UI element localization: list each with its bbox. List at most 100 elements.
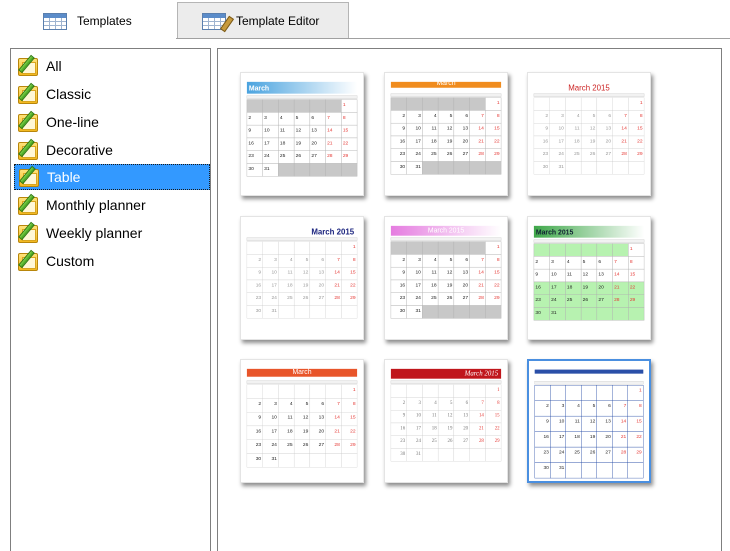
day-number: 25 [432,439,437,444]
category-item-one-line[interactable]: One-line [14,109,210,135]
day-number: 8 [639,403,642,409]
day-number: 27 [606,151,612,157]
day-number: 16 [535,284,541,290]
template-title: March 2015 [464,371,499,378]
day-number: 23 [400,151,406,157]
day-number: 5 [306,257,309,263]
template-thumbnail[interactable]: March 2015 1 2 3 4 5 6 7 8 9 10 11 12 13 14 15 16 17 18 19 2… [527,72,651,196]
day-number: 13 [319,270,325,276]
day-number: 5 [296,115,299,121]
category-label: One-line [46,114,99,130]
day-number: 5 [306,401,309,407]
day-number: 14 [334,270,340,276]
day-number: 16 [400,282,406,288]
day-number: 21 [621,138,627,144]
template-preview: March12 3 4 5 6 7 89 10 11 12 13 14 1516 17 18 19 20 21 22… [246,369,358,468]
day-number: 14 [478,126,484,132]
tab-templates-label: Templates [77,13,132,28]
day-number: 6 [465,113,468,119]
day-number: 2 [258,401,261,407]
template-thumbnail[interactable]: March 2015 1 2 3 4 5 6 7 8 9 10 11 12 13 14 15 16 17 18 19 2… [384,216,508,340]
day-number: 8 [497,257,500,263]
template-thumbnail-selected[interactable]: 1 2 3 4 5 6 7 8 9 10 11 12 13 14 15 16 17 18 19 20 21 22 23 24 2… [527,359,651,483]
day-number: 27 [598,297,604,303]
day-number: 28 [478,151,484,157]
day-number: 29 [495,439,500,444]
day-number: 15 [343,128,349,134]
day-number: 15 [495,414,500,419]
day-number: 27 [463,151,469,157]
day-number: 30 [248,166,254,172]
day-number: 11 [288,415,293,421]
notepad-pencil-icon [16,221,42,245]
day-number: 8 [353,257,356,263]
day-number: 9 [258,270,261,276]
category-item-classic[interactable]: Classic [14,81,210,107]
category-item-weekly-planner[interactable]: Weekly planner [14,220,210,246]
day-number: 14 [614,272,620,278]
day-number: 17 [271,428,277,434]
day-number: 27 [605,449,611,455]
day-number: 3 [561,113,564,119]
calendar-edit-icon [200,10,235,32]
day-number: 2 [545,113,548,119]
template-thumbnail[interactable]: March 1 2 3 4 5 6 7 8 9 10 11 12 13 14 15 16 17 18 19 20 21 22… [240,359,364,483]
tab-templates[interactable]: Templates [8,2,176,39]
day-number: 27 [319,295,325,301]
day-number: 12 [447,414,452,419]
day-number: 23 [256,442,262,448]
day-number: 24 [271,295,277,301]
day-number: 5 [450,113,453,119]
day-number: 19 [447,282,453,288]
tab-template-editor[interactable]: Template Editor [177,2,349,38]
day-number: 27 [319,442,325,448]
day-number: 4 [434,113,437,119]
day-number: 22 [495,426,500,431]
category-item-all[interactable]: All [14,53,210,79]
day-number: 11 [575,126,580,132]
day-number: 30 [535,310,541,316]
category-item-decorative[interactable]: Decorative [14,137,210,163]
day-number: 7 [337,401,340,407]
day-number: 14 [334,415,340,421]
day-number: 30 [543,164,549,170]
template-thumbnail[interactable]: March 2015 1 2 3 4 5 6 7 8 9 10 11 12 13 14 15 16 17 18 19 2… [384,359,508,483]
day-number: 9 [258,415,261,421]
category-list[interactable]: All Classic One-line Decorative Table Mo… [10,48,211,551]
day-number: 11 [575,418,580,424]
day-number: 6 [321,257,324,263]
day-number: 24 [264,153,270,159]
template-preview: March 201512 3 4 5 6 7 89 10 11 12 13 14 1516 17 18 19 2… [533,84,645,175]
category-item-monthly-planner[interactable]: Monthly planner [14,192,210,218]
category-item-table[interactable]: Table [14,164,210,190]
template-thumbnail[interactable]: March 1 2 3 4 5 6 7 8 9 10 11 12 13 14 15 16 17 18 19 20 21 22… [240,72,364,196]
day-number: 4 [577,403,580,409]
day-number: 9 [402,126,405,132]
day-number: 12 [447,270,453,276]
day-number: 22 [494,282,500,288]
day-number: 13 [605,418,611,424]
template-thumbnail[interactable]: March 2015 1 2 3 4 5 6 7 8 9 10 11 12 13 14 15 16 17 18 19 2… [240,216,364,340]
day-number: 30 [400,164,406,170]
day-number: 16 [256,428,262,434]
day-number: 17 [551,284,557,290]
template-preview: 12 3 4 5 6 7 89 10 11 12 13 14 1516 17 18 19 20 21 2223 24 2… [534,369,644,479]
category-label: Table [47,169,81,185]
day-number: 7 [337,257,340,263]
day-number: 24 [415,295,421,301]
day-number: 14 [621,418,627,424]
day-number: 19 [590,138,596,144]
day-number: 4 [577,113,580,119]
day-number: 4 [290,257,293,263]
day-number: 29 [494,295,500,301]
category-item-custom[interactable]: Custom [14,248,210,274]
day-number: 2 [402,113,405,119]
day-number: 1 [639,387,642,393]
day-number: 28 [334,295,340,301]
day-number: 23 [256,295,262,301]
template-thumbnail[interactable]: March 1 2 3 4 5 6 7 8 9 10 11 12 13 14 15 16 17 18 19 20 21 22… [384,72,508,196]
day-number: 28 [334,442,340,448]
day-number: 28 [621,449,627,455]
template-thumbnail[interactable]: March 2015 1 2 3 4 5 6 7 8 9 10 11 12 13 14 15 16 17 18 19 2… [527,216,651,340]
day-number: 12 [447,126,453,132]
